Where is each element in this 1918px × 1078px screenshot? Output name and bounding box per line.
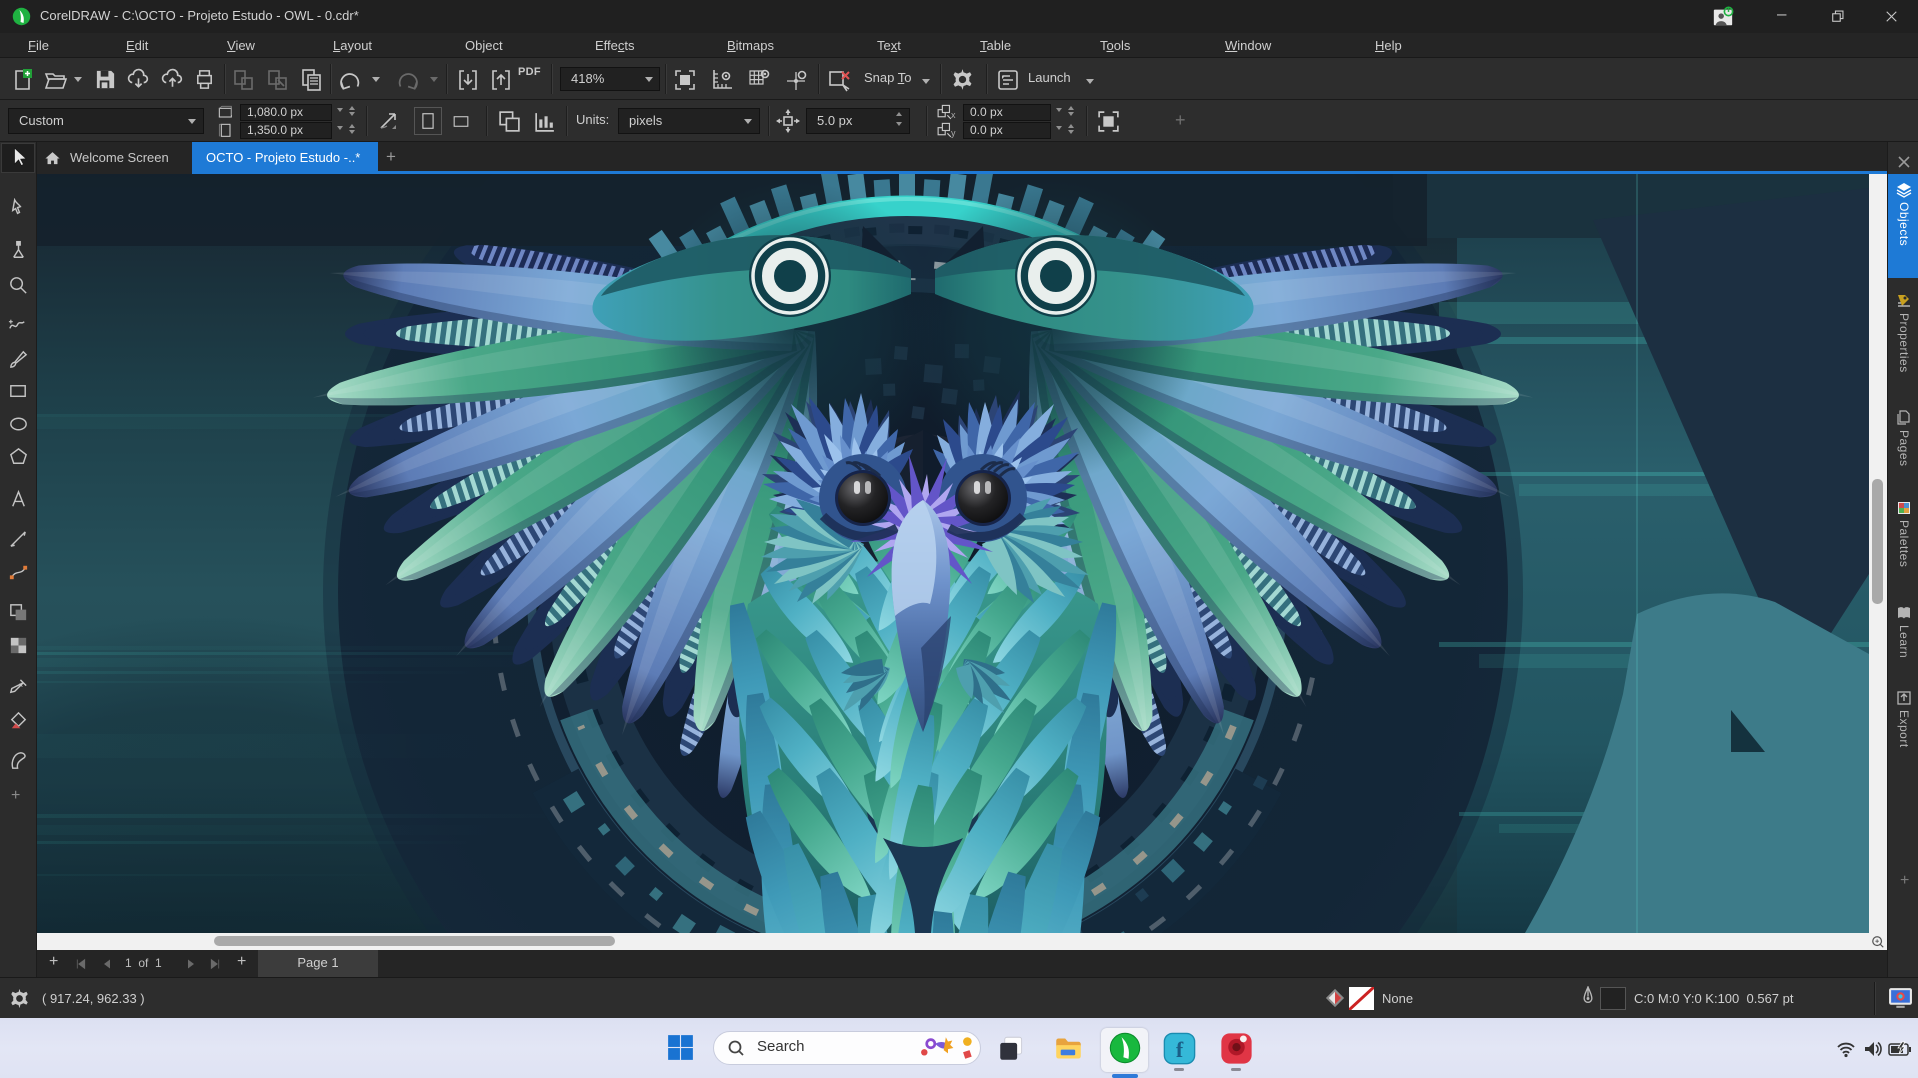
svg-text:f: f (1176, 1037, 1184, 1062)
